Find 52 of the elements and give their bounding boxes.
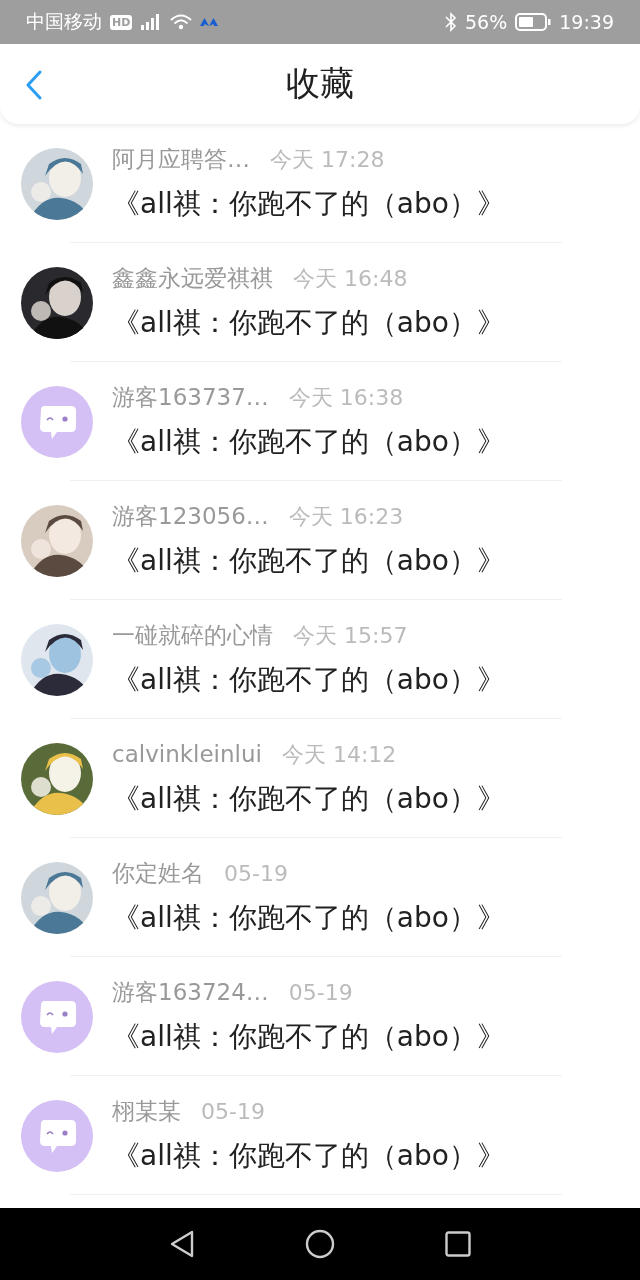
user-name: 游客163737… [112,383,269,412]
timestamp: 今天 17:28 [270,146,385,174]
back-nav-icon[interactable] [169,1230,195,1258]
timestamp: 今天 16:23 [288,503,404,531]
book-title: 《all祺：你跑不了的（abo）》 [112,1019,505,1055]
user-name: 你定姓名 [112,859,204,888]
chat-bubble-avatar-icon [21,980,93,1053]
book-title: 《all祺：你跑不了的（abo）》 [112,900,505,936]
user-name: calvinkleinlui [112,740,262,767]
chat-bubble-avatar-icon [21,1099,93,1172]
timestamp: 今天 16:38 [288,384,404,412]
book-title: 《all祺：你跑不了的（abo）》 [112,186,505,222]
book-title: 《all祺：你跑不了的（abo）》 [112,424,505,460]
home-nav-icon[interactable] [305,1229,335,1259]
timestamp: 今天 16:48 [293,265,408,293]
user-name: 栩某某 [112,1097,181,1126]
book-title: 《all祺：你跑不了的（abo）》 [112,662,505,698]
page-title: 收藏 [286,62,354,105]
app-notification-icon [200,17,219,27]
timestamp: 05-19 [288,980,353,1005]
favorite-item[interactable]: 游客163737… 今天 16:38 《all祺：你跑不了的（abo）》 [0,362,640,481]
clock-time: 19:39 [559,11,614,33]
book-title: 《all祺：你跑不了的（abo）》 [112,1138,505,1174]
book-title: 《all祺：你跑不了的（abo）》 [112,305,505,341]
recents-nav-icon[interactable] [445,1231,471,1257]
battery-icon [515,12,552,32]
timestamp: 今天 14:12 [281,740,397,769]
favorite-item[interactable]: calvinkleinlui 今天 14:12 《all祺：你跑不了的（abo）》 [0,719,640,838]
favorite-item[interactable]: 鑫鑫永远爱祺祺 今天 16:48 《all祺：你跑不了的（abo）》 [0,243,640,362]
user-name: 鑫鑫永远爱祺祺 [112,264,273,293]
book-title: 《all祺：你跑不了的（abo）》 [112,543,505,579]
favorite-item[interactable]: 阿月应聘答… 今天 17:28 《all祺：你跑不了的（abo）》 [0,124,640,243]
timestamp: 05-19 [224,861,288,886]
wifi-icon [170,14,193,30]
chat-bubble-avatar-icon [21,385,93,458]
back-button[interactable] [24,69,44,101]
user-name: 游客123056… [112,502,269,531]
favorite-item[interactable]: 一碰就碎的心情 今天 15:57 《all祺：你跑不了的（abo）》 [0,600,640,719]
favorite-item[interactable]: 你定姓名 05-19 《all祺：你跑不了的（abo）》 [0,838,640,957]
user-name: 阿月应聘答… [112,145,250,174]
favorite-item[interactable]: 游客123056… 今天 16:23 《all祺：你跑不了的（abo）》 [0,481,640,600]
book-title: 《all祺：你跑不了的（abo）》 [112,780,505,817]
hd-badge: HD [110,14,133,30]
battery-percent: 56% [465,11,508,33]
favorite-item[interactable]: 游客163724… 05-19 《all祺：你跑不了的（abo）》 [0,957,640,1076]
bluetooth-icon [445,12,457,32]
favorite-item[interactable]: 栩某某 05-19 《all祺：你跑不了的（abo）》 [0,1076,640,1195]
carrier-name: 中国移动 [26,9,102,34]
timestamp: 05-19 [201,1099,265,1124]
user-name: 游客163724… [112,978,269,1007]
user-name: 一碰就碎的心情 [112,621,273,650]
timestamp: 今天 15:57 [293,622,408,650]
